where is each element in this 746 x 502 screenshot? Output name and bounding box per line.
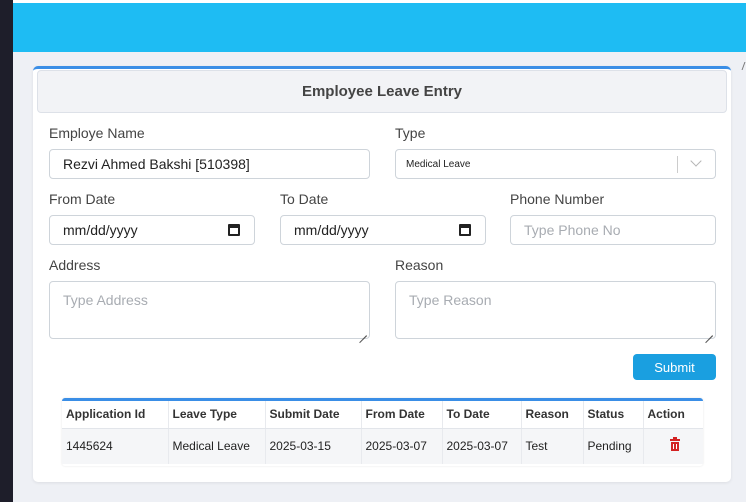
reason-textarea[interactable]: Type Reason <box>395 281 716 339</box>
card-title: Employee Leave Entry <box>37 70 727 113</box>
leave-type-select[interactable]: Medical Leave <box>395 149 716 179</box>
select-separator <box>677 156 678 173</box>
from-date-placeholder: mm/dd/yyyy <box>63 222 138 238</box>
address-label: Address <box>49 257 101 273</box>
sidebar-rail <box>0 0 13 502</box>
calendar-icon[interactable] <box>228 224 240 236</box>
trash-icon[interactable] <box>669 436 680 451</box>
cell-application-id: 1445624 <box>62 428 169 464</box>
type-label: Type <box>395 125 426 141</box>
reason-label: Reason <box>395 257 444 273</box>
resize-handle-icon[interactable] <box>705 328 713 336</box>
chevron-down-icon[interactable] <box>690 155 702 167</box>
reason-placeholder: Type Reason <box>409 292 492 308</box>
to-date-placeholder: mm/dd/yyyy <box>294 222 369 238</box>
col-status: Status <box>583 401 644 429</box>
col-application-id: Application Id <box>62 401 169 429</box>
scroll-edge-mark <box>741 62 746 70</box>
col-submit-date: Submit Date <box>265 401 362 429</box>
table-header-row: Application Id Leave Type Submit Date Fr… <box>62 401 703 429</box>
submit-button[interactable]: Submit <box>633 354 716 380</box>
col-leave-type: Leave Type <box>168 401 266 429</box>
cell-action <box>643 428 703 464</box>
phone-label: Phone Number <box>510 191 605 207</box>
phone-input[interactable]: Type Phone No <box>510 215 716 245</box>
leave-type-value: Medical Leave <box>406 158 471 170</box>
col-reason: Reason <box>521 401 584 429</box>
address-placeholder: Type Address <box>63 292 148 308</box>
cell-status: Pending <box>583 428 644 464</box>
col-from-date: From Date <box>361 401 443 429</box>
cell-from-date: 2025-03-07 <box>361 428 443 464</box>
resize-handle-icon[interactable] <box>359 328 367 336</box>
to-date-label: To Date <box>280 191 329 207</box>
cell-submit-date: 2025-03-15 <box>265 428 362 464</box>
top-navbar <box>13 3 746 52</box>
to-date-input[interactable]: mm/dd/yyyy <box>280 215 486 245</box>
employee-name-label: Employe Name <box>49 125 145 141</box>
cell-leave-type: Medical Leave <box>168 428 266 464</box>
cell-to-date: 2025-03-07 <box>442 428 522 464</box>
leave-entry-card: Employee Leave Entry Employe Name Rezvi … <box>33 66 731 482</box>
col-action: Action <box>643 401 703 429</box>
cell-reason: Test <box>521 428 584 464</box>
leave-table: Application Id Leave Type Submit Date Fr… <box>62 398 703 466</box>
table-row: 1445624 Medical Leave 2025-03-15 2025-03… <box>62 428 703 464</box>
address-textarea[interactable]: Type Address <box>49 281 370 339</box>
from-date-input[interactable]: mm/dd/yyyy <box>49 215 255 245</box>
calendar-icon[interactable] <box>459 224 471 236</box>
from-date-label: From Date <box>49 191 116 207</box>
col-to-date: To Date <box>442 401 522 429</box>
employee-name-field[interactable]: Rezvi Ahmed Bakshi [510398] <box>49 149 370 179</box>
